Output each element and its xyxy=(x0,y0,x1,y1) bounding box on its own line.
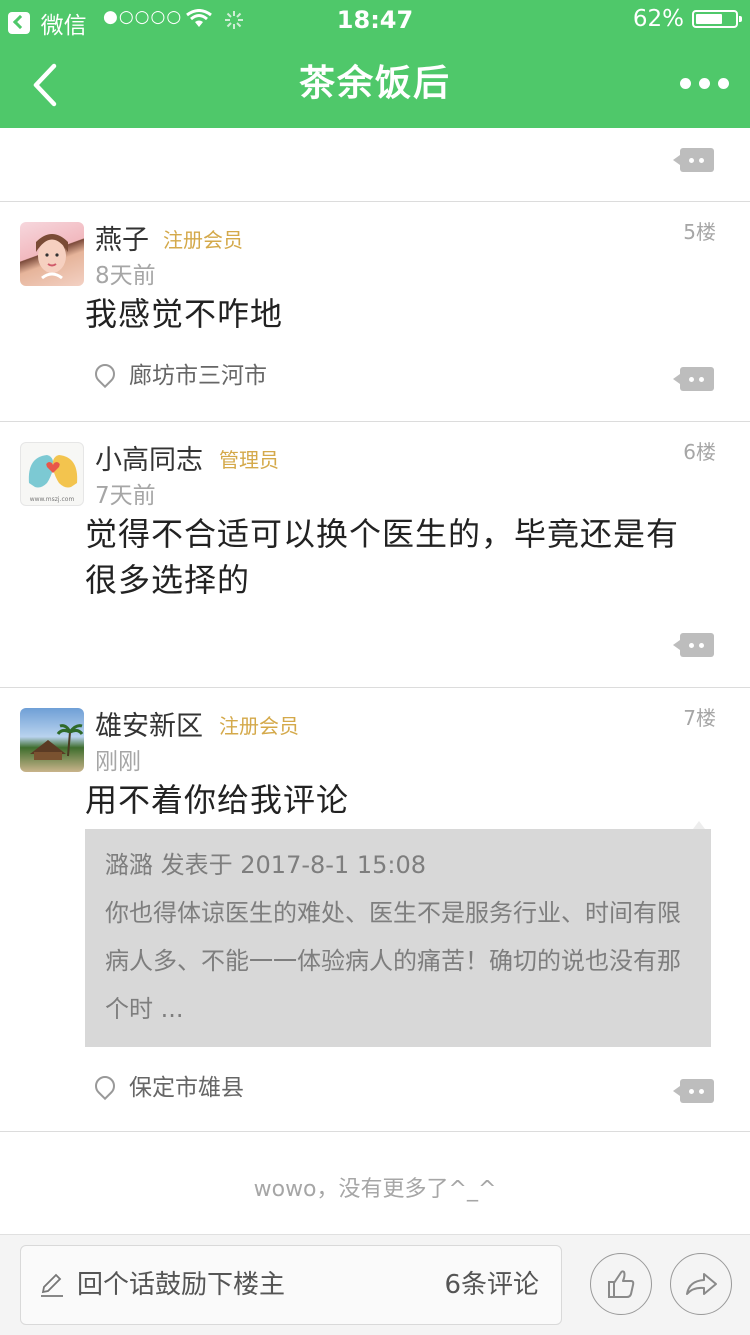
thumbs-up-icon xyxy=(608,1270,635,1298)
username[interactable]: 燕子 xyxy=(95,218,149,257)
like-button[interactable] xyxy=(590,1253,652,1315)
username[interactable]: 雄安新区 xyxy=(95,704,203,743)
battery-icon xyxy=(692,10,742,28)
post-content: 我感觉不咋地 xyxy=(85,295,284,333)
avatar[interactable]: www.mszj.com xyxy=(20,442,84,506)
reply-comment-icon[interactable] xyxy=(673,1079,714,1103)
role-badge: 注册会员 xyxy=(163,228,243,252)
username[interactable]: 小高同志 xyxy=(95,438,203,477)
post-time: 刚刚 xyxy=(95,749,141,775)
comment-list: 燕子 注册会员 8天前 5楼 我感觉不咋地 廊坊市三河市 www.mszj.co… xyxy=(0,128,750,1234)
avatar-caption: www.mszj.com xyxy=(29,496,75,503)
status-bar: 微信 ●○○○○ 18:47 62% xyxy=(0,0,750,40)
reply-comment-icon[interactable] xyxy=(673,633,714,657)
role-badge: 管理员 xyxy=(219,448,279,472)
location-pin-icon xyxy=(90,1071,120,1100)
more-dot-icon xyxy=(680,78,691,89)
reply-comment-icon[interactable] xyxy=(673,148,714,172)
page-title: 茶余饭后 xyxy=(298,63,451,104)
divider xyxy=(0,421,750,422)
location: 保定市雄县 xyxy=(90,1068,244,1102)
quote-text: 你也得体谅医生的难处、医生不是服务行业、时间有限病人多、不能一一体验病人的痛苦！… xyxy=(105,899,681,1023)
location-pin-icon xyxy=(90,359,120,388)
reply-comment-icon[interactable] xyxy=(673,367,714,391)
post-time: 7天前 xyxy=(95,483,156,509)
quoted-post[interactable]: 潞潞 发表于 2017-8-1 15:08 你也得体谅医生的难处、医生不是服务行… xyxy=(85,821,711,1047)
quote-arrow-icon xyxy=(693,821,705,829)
avatar[interactable] xyxy=(20,222,84,286)
location: 廊坊市三河市 xyxy=(90,356,267,390)
comment-count[interactable]: 6条评论 xyxy=(444,1246,539,1324)
floor-number: 6楼 xyxy=(683,440,716,464)
battery-percent: 62% xyxy=(632,6,684,32)
nav-bar: 茶余饭后 xyxy=(0,40,750,128)
role-badge: 注册会员 xyxy=(219,714,299,738)
more-dot-icon xyxy=(699,78,710,89)
bottom-bar: 回个话鼓励下楼主 6条评论 xyxy=(0,1234,750,1335)
floor-number: 7楼 xyxy=(683,706,716,730)
divider xyxy=(0,201,750,202)
share-button[interactable] xyxy=(670,1253,732,1315)
more-dot-icon xyxy=(718,78,729,89)
location-label: 保定市雄县 xyxy=(129,1075,244,1101)
post-content: 用不着你给我评论 xyxy=(85,781,350,819)
reply-input[interactable]: 回个话鼓励下楼主 6条评论 xyxy=(20,1245,562,1325)
post-time: 8天前 xyxy=(95,263,156,289)
share-icon xyxy=(686,1273,717,1295)
reply-placeholder: 回个话鼓励下楼主 xyxy=(77,1270,286,1300)
avatar[interactable] xyxy=(20,708,84,772)
no-more-label: wowo，没有更多了^_^ xyxy=(253,1177,497,1202)
pencil-icon xyxy=(39,1272,65,1298)
divider xyxy=(0,687,750,688)
floor-number: 5楼 xyxy=(683,220,716,244)
location-label: 廊坊市三河市 xyxy=(129,363,267,389)
more-button[interactable] xyxy=(678,70,732,100)
quote-header: 潞潞 发表于 2017-8-1 15:08 xyxy=(105,851,426,879)
post-content: 觉得不合适可以换个医生的，毕竟还是有很多选择的 xyxy=(85,515,680,599)
